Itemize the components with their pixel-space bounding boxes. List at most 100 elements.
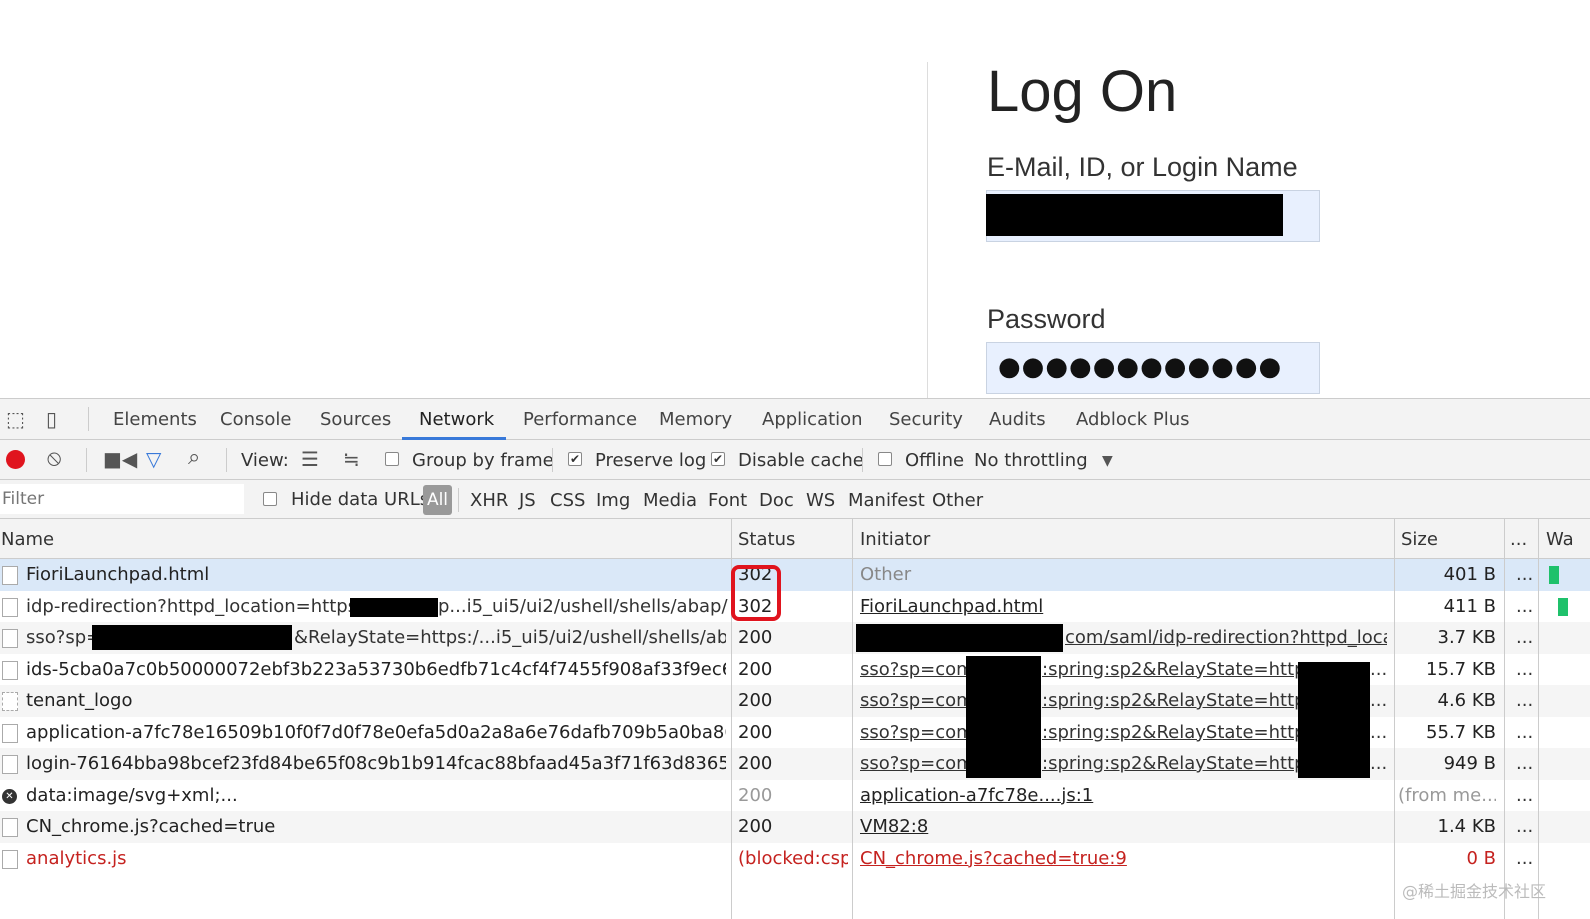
filter-type-js[interactable]: JS xyxy=(519,490,536,511)
request-status: 200 xyxy=(738,753,773,774)
column-size[interactable]: Size xyxy=(1401,529,1438,550)
filter-type-xhr[interactable]: XHR xyxy=(470,490,508,511)
tab-console[interactable]: Console xyxy=(220,409,291,430)
request-name: ids-5cba0a7c0b50000072ebf3b223a53730b6ed… xyxy=(26,658,726,680)
record-icon[interactable] xyxy=(6,450,25,469)
throttling-select[interactable]: No throttling xyxy=(974,450,1088,471)
request-size: 15.7 KB xyxy=(1426,658,1496,680)
tab-audits[interactable]: Audits xyxy=(989,409,1046,430)
request-initiator-ellipsis: ... xyxy=(1370,690,1388,711)
waterfall-bar xyxy=(1558,597,1568,616)
hide-data-urls-checkbox[interactable] xyxy=(263,492,277,506)
request-size: 1.4 KB xyxy=(1437,816,1497,837)
request-initiator[interactable]: application-a7fc78e....js:1 xyxy=(860,785,1388,806)
request-name: FioriLaunchpad.html xyxy=(26,564,210,585)
toolbar-separator xyxy=(862,448,863,472)
column-more[interactable]: ... xyxy=(1510,529,1527,550)
inspect-element-icon[interactable]: ⬚ xyxy=(6,409,25,429)
filter-type-all[interactable]: All xyxy=(423,485,452,515)
request-initiator[interactable]: CN_chrome.js?cached=true:9 xyxy=(860,848,1388,869)
request-status: 200 xyxy=(738,627,773,648)
table-row[interactable]: analytics.js (blocked:csp) CN_chrome.js?… xyxy=(0,843,1590,875)
request-more: ... xyxy=(1516,753,1534,774)
disable-cache-checkbox[interactable]: ✔ xyxy=(711,452,725,466)
column-divider[interactable] xyxy=(1394,519,1395,919)
request-more: ... xyxy=(1516,721,1534,743)
preserve-log-checkbox[interactable]: ✔ xyxy=(568,452,582,466)
table-row[interactable]: FioriLaunchpad.html 302 Other 401 B ... xyxy=(0,559,1590,591)
table-row[interactable]: idp-redirection?httpd_location=https://g… xyxy=(0,591,1590,623)
request-initiator[interactable]: com/saml/idp-redirection?httpd_locati... xyxy=(1065,627,1387,648)
tab-adblock-plus[interactable]: Adblock Plus xyxy=(1076,409,1190,430)
tab-sources[interactable]: Sources xyxy=(320,409,391,430)
document-icon xyxy=(2,723,18,743)
request-more: ... xyxy=(1516,847,1534,869)
request-initiator-tail[interactable]: :spring:sp2&RelayState=https:// xyxy=(1042,690,1333,711)
chevron-down-icon[interactable]: ▼ xyxy=(1102,451,1113,471)
tab-elements[interactable]: Elements xyxy=(113,409,197,430)
request-name: idp-redirection?httpd_location=https://g xyxy=(26,595,387,617)
device-toolbar-icon[interactable]: ▯ xyxy=(46,409,57,429)
table-row[interactable]: sso?sp= &RelayState=https:/...i5_ui5/ui2… xyxy=(0,622,1590,654)
request-initiator-tail[interactable]: :spring:sp2&RelayState=https:// xyxy=(1042,659,1333,680)
redacted-block xyxy=(856,624,1063,652)
page-divider xyxy=(927,62,928,398)
filter-separator xyxy=(458,488,459,512)
watermark: @稀土掘金技术社区 xyxy=(1402,882,1547,901)
large-rows-icon[interactable]: ☰ xyxy=(301,449,319,469)
request-status: (blocked:csp) xyxy=(738,847,848,869)
redacted-block xyxy=(92,625,292,650)
document-icon xyxy=(2,849,18,869)
request-name: login-76164bba98bcef23fd84be65f08c9b1b91… xyxy=(26,753,726,774)
search-icon[interactable]: ⌕ xyxy=(188,447,200,469)
column-initiator[interactable]: Initiator xyxy=(860,529,930,550)
request-initiator-tail[interactable]: :spring:sp2&RelayState=https:// xyxy=(1042,753,1333,774)
request-more: ... xyxy=(1516,564,1534,585)
redacted-block xyxy=(1298,662,1370,778)
filter-type-media[interactable]: Media xyxy=(643,490,697,511)
document-icon xyxy=(2,597,18,617)
request-initiator-tail[interactable]: :spring:sp2&RelayState=https:// xyxy=(1042,722,1333,743)
request-initiator[interactable]: FioriLaunchpad.html xyxy=(860,596,1388,617)
request-status: 200 xyxy=(738,784,773,806)
filter-icon[interactable]: ▽ xyxy=(146,449,161,469)
group-by-frame-checkbox[interactable] xyxy=(385,452,399,466)
filter-type-manifest[interactable]: Manifest xyxy=(848,490,925,511)
status-302-highlight xyxy=(731,565,781,621)
overview-icon[interactable]: ≒ xyxy=(343,449,360,469)
column-status[interactable]: Status xyxy=(738,529,795,550)
filter-type-font[interactable]: Font xyxy=(708,490,747,511)
column-name[interactable]: Name xyxy=(1,529,54,550)
filter-type-img[interactable]: Img xyxy=(596,490,630,511)
tab-network[interactable]: Network xyxy=(419,409,494,430)
filter-type-doc[interactable]: Doc xyxy=(759,490,794,511)
tab-security[interactable]: Security xyxy=(889,409,963,430)
offline-checkbox[interactable] xyxy=(878,452,892,466)
tab-separator xyxy=(88,407,89,431)
filter-bar: Hide data URLs All XHR JS CSS Img Media … xyxy=(0,480,1590,519)
request-initiator: Other xyxy=(860,564,912,585)
clear-icon[interactable]: ⦸ xyxy=(47,448,61,470)
request-more: ... xyxy=(1516,816,1534,837)
column-divider[interactable] xyxy=(1538,519,1539,919)
table-row[interactable]: ✕ data:image/svg+xml;... 200 application… xyxy=(0,780,1590,812)
capture-screenshots-icon[interactable]: ■◀ xyxy=(103,449,137,469)
filter-type-css[interactable]: CSS xyxy=(550,490,585,511)
filter-type-other[interactable]: Other xyxy=(932,490,983,511)
column-divider[interactable] xyxy=(1504,519,1505,919)
tab-memory[interactable]: Memory xyxy=(659,409,732,430)
filter-input[interactable] xyxy=(0,484,244,514)
table-row[interactable]: CN_chrome.js?cached=true 200 VM82:8 1.4 … xyxy=(0,811,1590,843)
email-label: E-Mail, ID, or Login Name xyxy=(987,152,1298,182)
redacted-block xyxy=(350,597,438,617)
column-divider[interactable] xyxy=(852,519,853,919)
request-name: sso?sp= xyxy=(26,627,102,648)
offline-label: Offline xyxy=(905,450,965,471)
tab-performance[interactable]: Performance xyxy=(523,409,637,430)
request-initiator-ellipsis: ... xyxy=(1370,753,1388,774)
request-more: ... xyxy=(1516,627,1534,648)
filter-type-ws[interactable]: WS xyxy=(806,490,835,511)
tab-application[interactable]: Application xyxy=(762,409,863,430)
request-initiator[interactable]: VM82:8 xyxy=(860,816,1388,837)
column-waterfall[interactable]: Wa xyxy=(1546,529,1574,550)
